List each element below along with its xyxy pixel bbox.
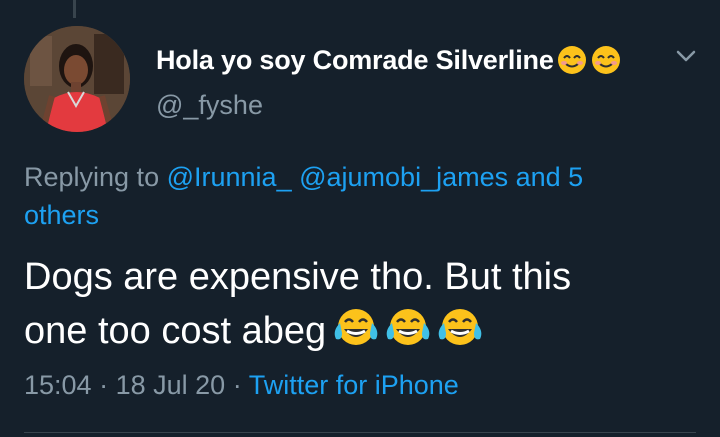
divider	[24, 432, 696, 433]
mention-link[interactable]: @ajumobi_james	[299, 162, 508, 192]
smiling-face-emoji	[557, 46, 586, 74]
replying-prefix: Replying to	[24, 162, 160, 192]
tears-of-joy-emoji	[386, 309, 430, 345]
avatar[interactable]	[24, 26, 130, 132]
tears-of-joy-emoji	[334, 309, 378, 345]
tweet-text: Dogs are expensive tho. But this one too…	[24, 250, 704, 358]
meta-separator: ·	[99, 370, 109, 400]
thread-connector-line	[73, 0, 76, 18]
mention-link[interactable]: @Irunnia_	[167, 162, 292, 192]
tweet-time[interactable]: 15:04	[24, 370, 92, 400]
display-name[interactable]: Hola yo soy Comrade Silverline	[156, 45, 554, 76]
replying-to: Replying to @Irunnia_ @ajumobi_james and…	[24, 158, 664, 234]
tweet-date[interactable]: 18 Jul 20	[116, 370, 226, 400]
chevron-down-icon[interactable]	[674, 46, 698, 66]
tweet-metadata: 15:04 · 18 Jul 20 · Twitter for iPhone	[24, 370, 459, 401]
profile-photo	[24, 26, 130, 132]
tears-of-joy-emoji	[438, 309, 482, 345]
tweet-text-line: Dogs are expensive tho. But this	[24, 256, 572, 298]
tweet-text-line: one too cost abeg	[24, 304, 704, 358]
smiling-face-emoji	[591, 46, 620, 74]
author-name-row[interactable]: Hola yo soy Comrade Silverline	[156, 40, 622, 80]
tweet-source-link[interactable]: Twitter for iPhone	[249, 370, 459, 400]
meta-separator: ·	[232, 370, 242, 400]
tweet-text-fragment: one too cost abeg	[24, 310, 327, 352]
user-handle[interactable]: @_fyshe	[156, 90, 263, 121]
